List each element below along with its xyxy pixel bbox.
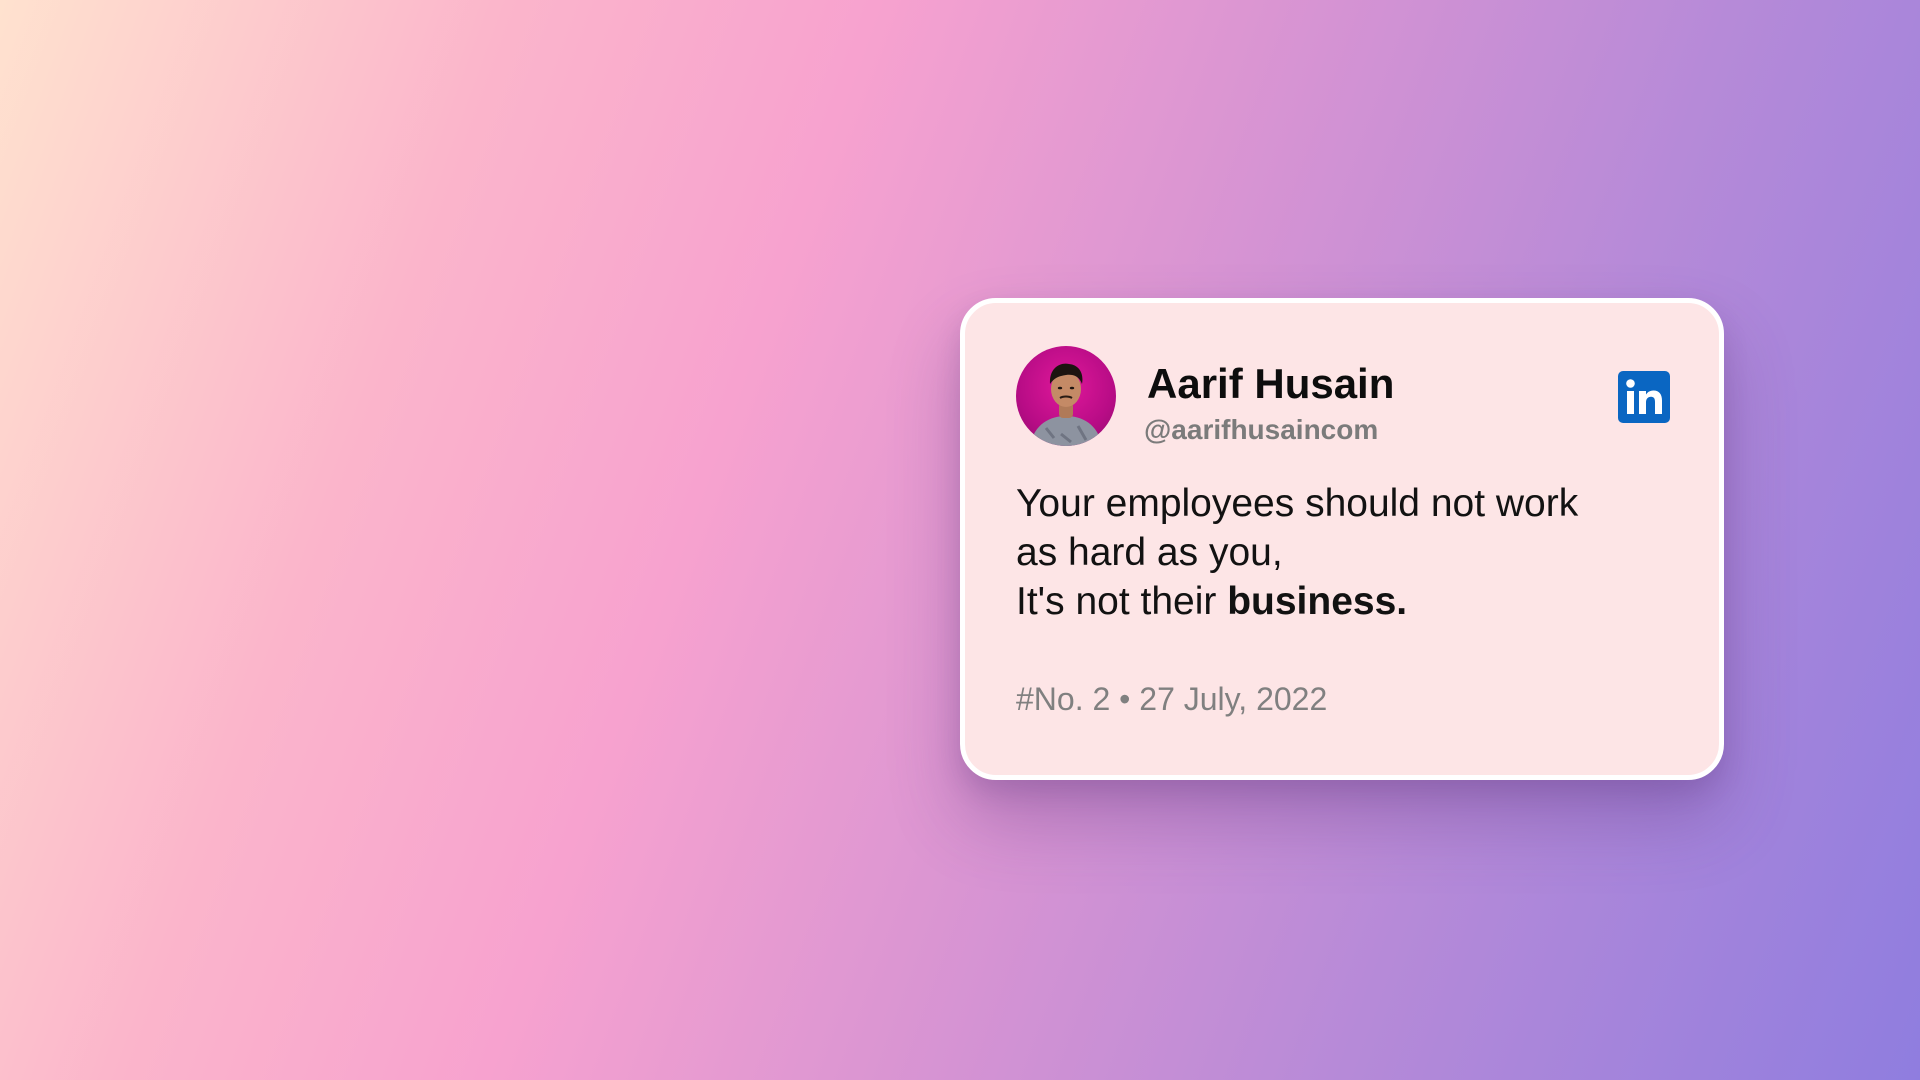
- linkedin-icon[interactable]: [1618, 371, 1670, 423]
- avatar-portrait: [1030, 363, 1102, 446]
- quote-card: Aarif Husain @aarifhusaincom Your employ…: [960, 298, 1724, 780]
- meta-separator: •: [1110, 681, 1140, 717]
- quote-emphasis: business.: [1227, 580, 1408, 623]
- quote-line-3-prefix: It's not their: [1016, 580, 1228, 623]
- quote-line-3: It's not their business.: [1016, 577, 1676, 626]
- post-meta: #No. 2 • 27 July, 2022: [1016, 683, 1327, 715]
- author-name[interactable]: Aarif Husain: [1147, 363, 1394, 405]
- quote-line-2: as hard as you,: [1016, 531, 1283, 574]
- quote-text: Your employees should not work as hard a…: [1016, 479, 1676, 626]
- post-date: 27 July, 2022: [1139, 681, 1328, 717]
- post-number: #No. 2: [1016, 681, 1111, 717]
- quote-line-1: Your employees should not work: [1016, 482, 1579, 525]
- author-handle[interactable]: @aarifhusaincom: [1144, 416, 1378, 444]
- avatar[interactable]: [1016, 346, 1116, 446]
